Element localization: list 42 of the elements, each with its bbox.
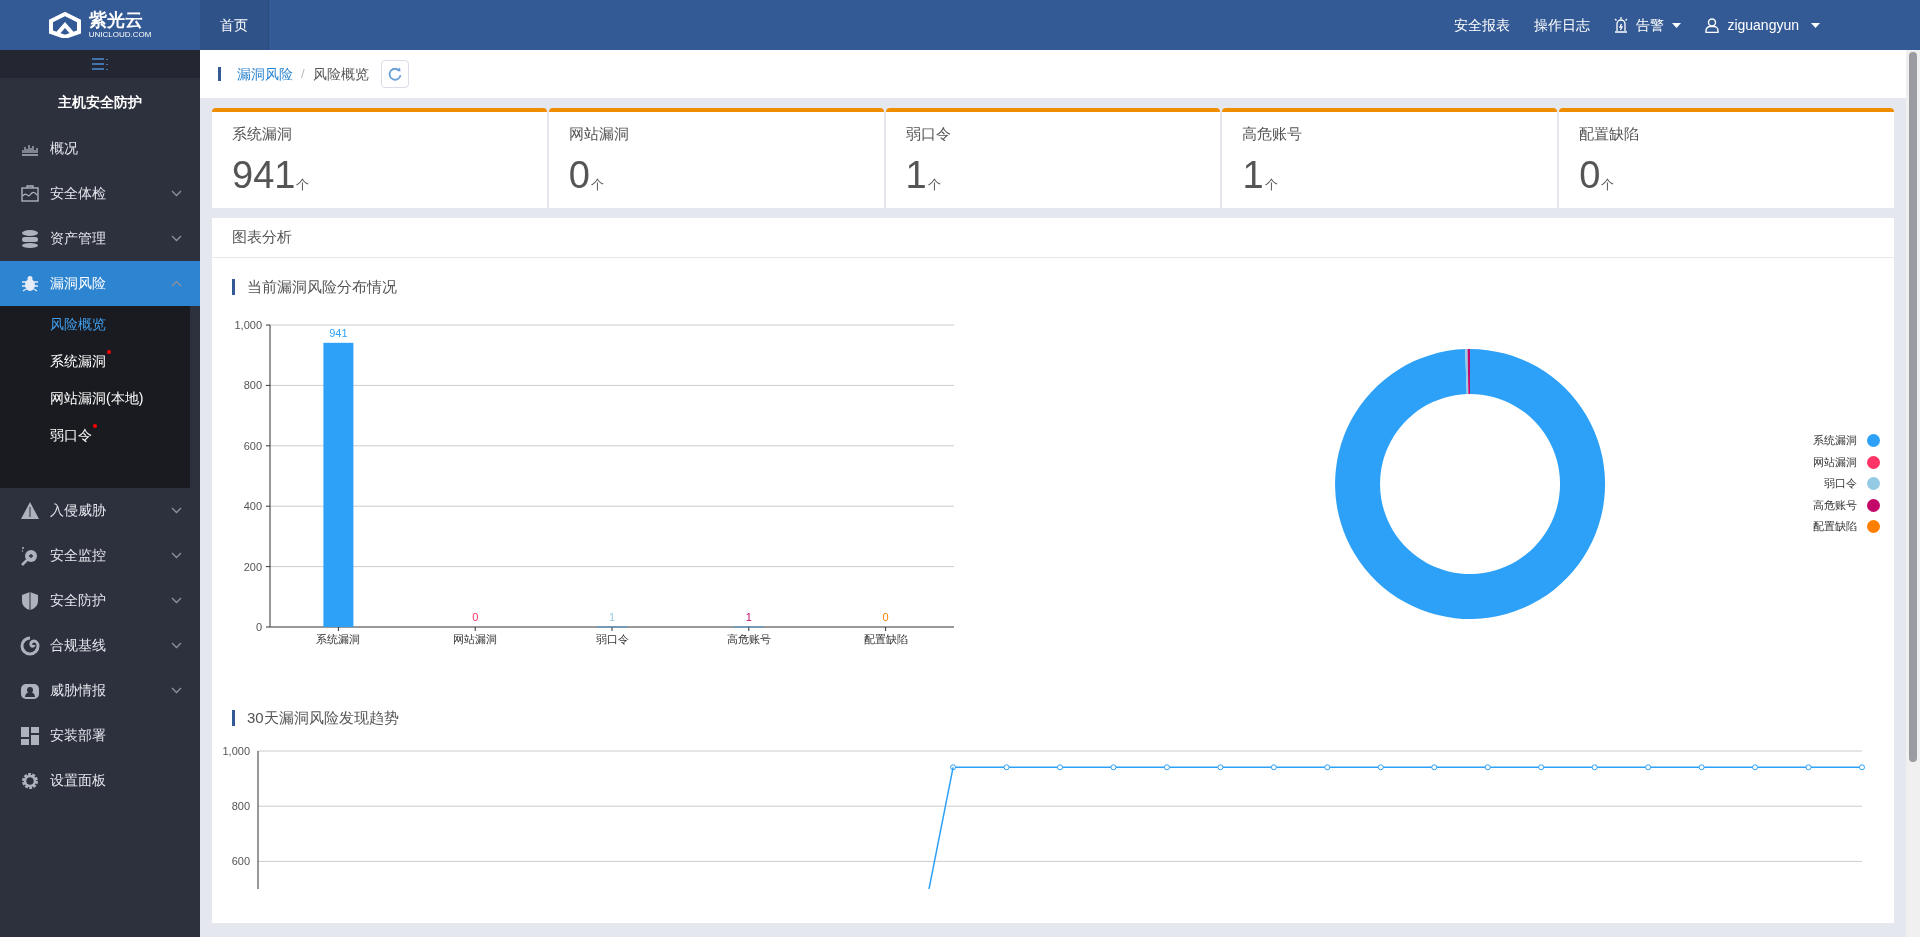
stat-label: 高危账号 — [1242, 124, 1303, 144]
value-label: 0 — [882, 610, 889, 623]
stat-unit: 个 — [296, 175, 310, 194]
axis-label: 600 — [243, 439, 262, 452]
logo-text: 紫光云 — [88, 11, 144, 29]
axis-label: 配置缺陷 — [863, 632, 908, 645]
axis-label: 1,000 — [222, 745, 250, 757]
stat-unit: 个 — [927, 175, 941, 194]
axis-label: 800 — [243, 378, 262, 391]
stat-value: 0 — [568, 156, 590, 194]
breadcrumb-separator: / — [301, 65, 305, 84]
axis-label: 系统漏洞 — [316, 632, 361, 645]
section-title: 30天漏洞风险发现趋势 — [247, 707, 399, 728]
stat-unit: 个 — [1264, 175, 1278, 194]
axis-label: 高危账号 — [726, 632, 771, 645]
stat-label: 弱口令 — [905, 124, 951, 144]
stat-unit: 个 — [590, 175, 604, 194]
axis-label: 网站漏洞 — [453, 632, 498, 645]
panel-title: 图表分析 — [212, 218, 1894, 258]
axis-label: 弱口令 — [595, 632, 629, 645]
value-label: 1 — [745, 610, 752, 623]
stat-label: 网站漏洞 — [568, 124, 629, 144]
stat-value: 1 — [1242, 156, 1264, 194]
logo-subtitle: UNICLOUD.COM — [88, 31, 152, 39]
axis-label: 400 — [243, 499, 262, 512]
stat-value: 1 — [905, 156, 927, 194]
stat-value: 0 — [1579, 156, 1601, 194]
axis-label: 200 — [243, 560, 262, 573]
axis-label: 600 — [231, 855, 250, 868]
value-label: 941 — [329, 326, 348, 339]
axis-label: 1,000 — [234, 318, 262, 331]
value-label: 1 — [608, 610, 616, 623]
section-title: 当前漏洞风险分布情况 — [247, 277, 397, 297]
stat-label: 配置缺陷 — [1579, 124, 1640, 144]
value-label: 0 — [472, 610, 479, 623]
axis-label: 0 — [255, 620, 262, 633]
stat-label: 系统漏洞 — [232, 124, 292, 144]
breadcrumb-current: 风险概览 — [312, 64, 369, 84]
axis-label: 800 — [231, 800, 250, 813]
sidebar-title: 主机安全防护 — [57, 92, 143, 112]
stat-value: 941 — [232, 156, 296, 194]
stat-unit: 个 — [1601, 175, 1615, 194]
